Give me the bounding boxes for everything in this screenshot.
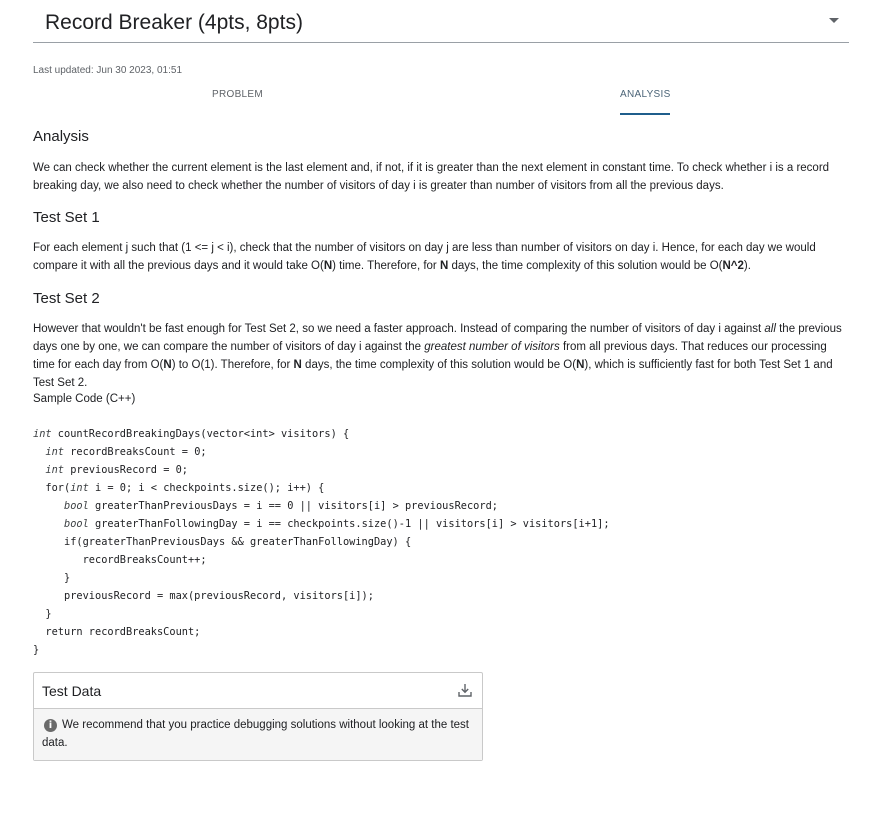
code-text: i = 0; i < checkpoints.size(); i++) { (88, 482, 325, 494)
chevron-down-icon[interactable] (829, 18, 839, 23)
analysis-intro: We can check whether the current element… (33, 162, 830, 192)
text-span: days, the time complexity of this soluti… (301, 359, 577, 371)
code-line: previousRecord = max(previousRecord, vis… (33, 587, 610, 605)
test-set-2-heading: Test Set 2 (33, 290, 100, 307)
code-text: for( (33, 482, 71, 494)
test-set-1-heading: Test Set 1 (33, 209, 100, 226)
text-span: However that wouldn't be fast enough for… (33, 323, 765, 335)
italic-span: all (764, 323, 776, 335)
code-line: for(int i = 0; i < checkpoints.size(); i… (33, 479, 610, 497)
tab-problem[interactable]: PROBLEM (212, 89, 263, 100)
code-keyword: int (45, 464, 65, 476)
test-data-panel: Test Data i We recommend that you practi… (33, 672, 483, 761)
bold-span: N (323, 260, 333, 272)
code-text: } (33, 644, 40, 656)
code-line: recordBreaksCount++; (33, 551, 610, 569)
code-line: bool greaterThanFollowingDay = i == chec… (33, 515, 610, 533)
code-text: previousRecord = max(previousRecord, vis… (33, 590, 374, 602)
code-line: return recordBreaksCount; (33, 623, 610, 641)
code-line: int recordBreaksCount = 0; (33, 443, 610, 461)
sample-code-label: Sample Code (C++) (33, 393, 136, 405)
code-text: recordBreaksCount = 0; (64, 446, 207, 458)
code-line: } (33, 641, 610, 659)
bold-span: N (163, 359, 172, 371)
test-set-2-text: However that wouldn't be fast enough for… (33, 320, 848, 392)
download-icon[interactable] (457, 682, 473, 698)
code-block: int countRecordBreakingDays(vector<int> … (33, 425, 610, 659)
active-tab-indicator (620, 113, 670, 115)
code-keyword: bool (64, 518, 89, 530)
code-line: } (33, 569, 610, 587)
code-keyword: int (33, 428, 52, 440)
last-updated: Last updated: Jun 30 2023, 01:51 (33, 65, 183, 76)
code-text: recordBreaksCount++; (33, 554, 207, 566)
code-text: return recordBreaksCount; (33, 626, 201, 638)
code-text: countRecordBreakingDays(vector<int> visi… (51, 428, 350, 440)
test-data-body: i We recommend that you practice debuggi… (34, 709, 482, 760)
text-span: ). (743, 260, 751, 272)
code-keyword: int (45, 446, 65, 458)
code-line: } (33, 605, 610, 623)
analysis-heading: Analysis (33, 128, 89, 145)
code-text: greaterThanPreviousDays = i == 0 || visi… (88, 500, 498, 512)
bold-span: N^2 (722, 260, 744, 272)
test-data-message: We recommend that you practice debugging… (42, 719, 469, 749)
text-span: ) to O(1). Therefore, for (171, 359, 294, 371)
problem-header: Record Breaker (4pts, 8pts) (33, 0, 849, 43)
bold-span: N (293, 359, 302, 371)
code-text: greaterThanFollowingDay = i == checkpoin… (88, 518, 610, 530)
code-line: int previousRecord = 0; (33, 461, 610, 479)
italic-span: greatest number of visitors (424, 341, 560, 353)
problem-title: Record Breaker (4pts, 8pts) (45, 11, 303, 34)
test-data-title: Test Data (42, 683, 102, 699)
code-text: if(greaterThanPreviousDays && greaterTha… (33, 536, 412, 548)
code-keyword: int (70, 482, 89, 494)
text-span: days, the time complexity of this soluti… (448, 260, 723, 272)
code-line: int countRecordBreakingDays(vector<int> … (33, 425, 610, 443)
code-text: previousRecord = 0; (64, 464, 189, 476)
code-text: } (33, 608, 52, 620)
test-data-header: Test Data (34, 673, 482, 709)
code-line: if(greaterThanPreviousDays && greaterTha… (33, 533, 610, 551)
text-span: ) time. Therefore, for (332, 260, 440, 272)
tab-analysis[interactable]: ANALYSIS (620, 89, 671, 100)
code-text: } (33, 572, 71, 584)
code-keyword: bool (64, 500, 89, 512)
code-line: bool greaterThanPreviousDays = i == 0 ||… (33, 497, 610, 515)
test-set-1-text: For each element j such that (1 <= j < i… (33, 239, 848, 275)
